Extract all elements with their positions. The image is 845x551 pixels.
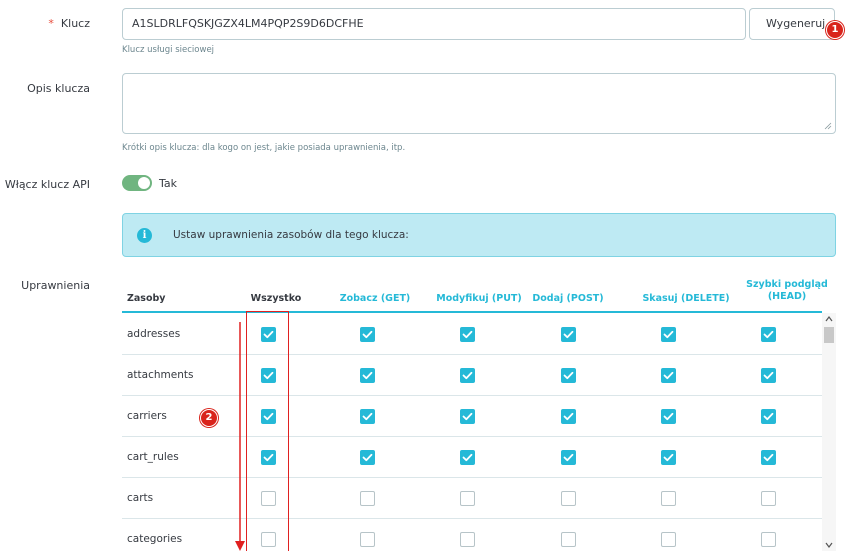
resource-name: carts xyxy=(127,492,154,504)
checkbox-checked[interactable] xyxy=(761,327,776,342)
key-input[interactable]: A1SLDRLFQSKJGZX4LM4PQP2S9D6DCFHE xyxy=(122,8,746,40)
required-mark: * xyxy=(48,17,54,30)
annotation-marker-2: 2 xyxy=(200,409,218,427)
checkbox-unchecked[interactable] xyxy=(561,532,576,547)
row-divider xyxy=(122,436,822,437)
resource-name: addresses xyxy=(127,328,181,340)
check-icon xyxy=(563,330,574,339)
scroll-down-icon[interactable] xyxy=(825,542,833,548)
check-icon xyxy=(563,412,574,421)
column-header-delete[interactable]: Skasuj (DELETE) xyxy=(638,293,734,305)
check-icon xyxy=(462,330,473,339)
check-icon xyxy=(362,412,373,421)
check-icon xyxy=(663,371,674,380)
resource-name: cart_rules xyxy=(127,451,179,463)
column-header-resources: Zasoby xyxy=(127,293,166,304)
column-header-all[interactable]: Wszystko xyxy=(238,293,314,305)
check-icon xyxy=(563,371,574,380)
info-alert: i Ustaw uprawnienia zasobów dla tego klu… xyxy=(122,213,836,257)
checkbox-unchecked[interactable] xyxy=(360,491,375,506)
check-icon xyxy=(763,371,774,380)
check-icon xyxy=(362,330,373,339)
checkbox-unchecked[interactable] xyxy=(661,532,676,547)
generate-button[interactable]: Wygeneruj xyxy=(749,8,835,40)
check-icon xyxy=(462,412,473,421)
checkbox-unchecked[interactable] xyxy=(460,491,475,506)
column-header-head[interactable]: Szybki podgląd (HEAD) xyxy=(732,279,842,303)
checkbox-unchecked[interactable] xyxy=(661,491,676,506)
key-label: * Klucz xyxy=(20,17,90,30)
row-divider xyxy=(122,518,822,519)
column-header-post[interactable]: Dodaj (POST) xyxy=(530,293,606,305)
description-textarea[interactable] xyxy=(122,73,836,134)
checkbox-checked[interactable] xyxy=(360,368,375,383)
resource-name: carriers xyxy=(127,410,167,422)
row-divider xyxy=(122,354,822,355)
checkbox-checked[interactable] xyxy=(460,409,475,424)
enable-api-toggle[interactable] xyxy=(122,175,152,191)
annotation-arrow-icon xyxy=(235,322,245,551)
enable-api-label: Włącz klucz API xyxy=(4,178,90,191)
info-message: Ustaw uprawnienia zasobów dla tego klucz… xyxy=(173,229,409,241)
enable-api-state: Tak xyxy=(159,177,178,190)
checkbox-checked[interactable] xyxy=(761,368,776,383)
description-help-text: Krótki opis klucza: dla kogo on jest, ja… xyxy=(122,143,406,153)
check-icon xyxy=(663,330,674,339)
check-icon xyxy=(763,453,774,462)
scroll-up-icon[interactable] xyxy=(825,316,833,322)
checkbox-checked[interactable] xyxy=(661,368,676,383)
row-divider xyxy=(122,395,822,396)
annotation-highlight-box xyxy=(246,311,289,551)
checkbox-checked[interactable] xyxy=(761,450,776,465)
check-icon xyxy=(663,412,674,421)
checkbox-checked[interactable] xyxy=(561,368,576,383)
checkbox-checked[interactable] xyxy=(561,327,576,342)
description-label: Opis klucza xyxy=(27,82,90,95)
info-icon: i xyxy=(137,228,152,243)
checkbox-checked[interactable] xyxy=(661,450,676,465)
head-line1: Szybki podgląd xyxy=(746,279,828,290)
annotation-marker-1: 1 xyxy=(826,21,844,39)
checkbox-checked[interactable] xyxy=(561,409,576,424)
checkbox-checked[interactable] xyxy=(460,368,475,383)
permissions-label: Uprawnienia xyxy=(21,279,90,292)
checkbox-unchecked[interactable] xyxy=(761,491,776,506)
checkbox-checked[interactable] xyxy=(460,327,475,342)
key-label-text: Klucz xyxy=(60,17,90,30)
checkbox-checked[interactable] xyxy=(561,450,576,465)
check-icon xyxy=(763,330,774,339)
column-header-get[interactable]: Zobacz (GET) xyxy=(334,293,416,305)
checkbox-checked[interactable] xyxy=(360,327,375,342)
resize-handle-icon[interactable] xyxy=(824,122,832,130)
key-help-text: Klucz usługi sieciowej xyxy=(122,45,215,55)
row-divider xyxy=(122,477,822,478)
checkbox-checked[interactable] xyxy=(661,327,676,342)
resource-name: categories xyxy=(127,533,183,545)
scrollbar-thumb[interactable] xyxy=(824,327,834,343)
head-line2: (HEAD) xyxy=(767,291,807,302)
check-icon xyxy=(462,453,473,462)
check-icon xyxy=(362,371,373,380)
table-header-divider xyxy=(122,311,822,313)
column-header-put[interactable]: Modyfikuj (PUT) xyxy=(424,293,534,305)
checkbox-checked[interactable] xyxy=(360,409,375,424)
checkbox-checked[interactable] xyxy=(460,450,475,465)
checkbox-checked[interactable] xyxy=(761,409,776,424)
checkbox-checked[interactable] xyxy=(360,450,375,465)
check-icon xyxy=(763,412,774,421)
checkbox-unchecked[interactable] xyxy=(761,532,776,547)
check-icon xyxy=(663,453,674,462)
checkbox-unchecked[interactable] xyxy=(460,532,475,547)
toggle-knob xyxy=(138,177,150,189)
check-icon xyxy=(462,371,473,380)
checkbox-checked[interactable] xyxy=(661,409,676,424)
checkbox-unchecked[interactable] xyxy=(360,532,375,547)
checkbox-unchecked[interactable] xyxy=(561,491,576,506)
check-icon xyxy=(563,453,574,462)
resource-name: attachments xyxy=(127,369,194,381)
table-scrollbar[interactable] xyxy=(822,313,836,551)
check-icon xyxy=(362,453,373,462)
